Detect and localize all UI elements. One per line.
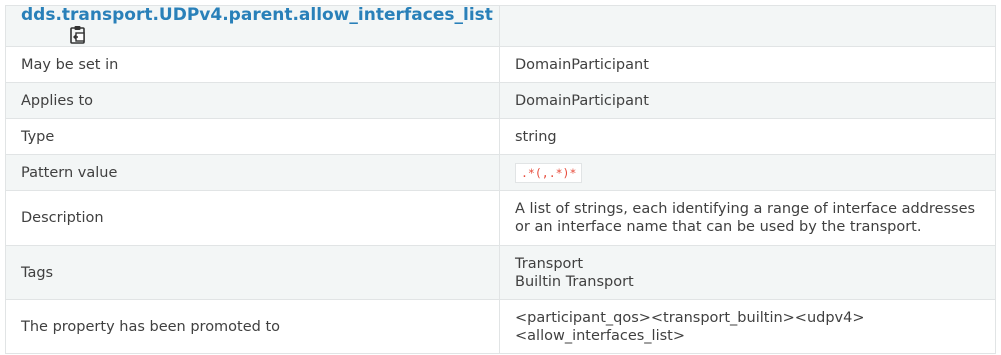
row-value: A list of strings, each identifying a ra… <box>499 190 996 246</box>
row-label: The property has been promoted to <box>5 299 500 354</box>
row-value: DomainParticipant <box>499 46 996 83</box>
tag-item: Transport <box>515 255 584 272</box>
row-label: Tags <box>5 245 500 300</box>
table-row: Type string <box>5 118 996 155</box>
tag-item: Builtin Transport <box>515 273 634 290</box>
pattern-code: .*(,.*)* <box>515 162 583 183</box>
row-label: Type <box>5 118 500 155</box>
table-row: May be set in DomainParticipant <box>5 46 996 83</box>
row-value: string <box>499 118 996 155</box>
table-row: Description A list of strings, each iden… <box>5 190 996 246</box>
row-label: Applies to <box>5 82 500 119</box>
promoted-path-line: <allow_interfaces_list> <box>515 327 685 344</box>
table-row: Tags Transport Builtin Transport <box>5 245 996 300</box>
row-value-cell: .*(,.*)* <box>499 154 996 191</box>
row-label: Description <box>5 190 500 246</box>
row-value-cell: Transport Builtin Transport <box>499 245 996 300</box>
promoted-path-line: <participant_qos><transport_builtin><udp… <box>515 309 865 326</box>
row-label: Pattern value <box>5 154 500 191</box>
property-header-empty-cell <box>499 5 996 47</box>
row-value-cell: <participant_qos><transport_builtin><udp… <box>499 299 996 354</box>
property-header-row: dds.transport.UDPv4.parent.allow_interfa… <box>5 5 996 47</box>
row-label: May be set in <box>5 46 500 83</box>
property-table: dds.transport.UDPv4.parent.allow_interfa… <box>5 5 996 354</box>
row-value: DomainParticipant <box>499 82 996 119</box>
property-title: dds.transport.UDPv4.parent.allow_interfa… <box>21 5 493 25</box>
clipboard-copy-icon[interactable] <box>67 24 89 46</box>
table-row: The property has been promoted to <parti… <box>5 299 996 354</box>
property-header-cell: dds.transport.UDPv4.parent.allow_interfa… <box>5 5 500 47</box>
table-row: Pattern value .*(,.*)* <box>5 154 996 191</box>
table-row: Applies to DomainParticipant <box>5 82 996 119</box>
